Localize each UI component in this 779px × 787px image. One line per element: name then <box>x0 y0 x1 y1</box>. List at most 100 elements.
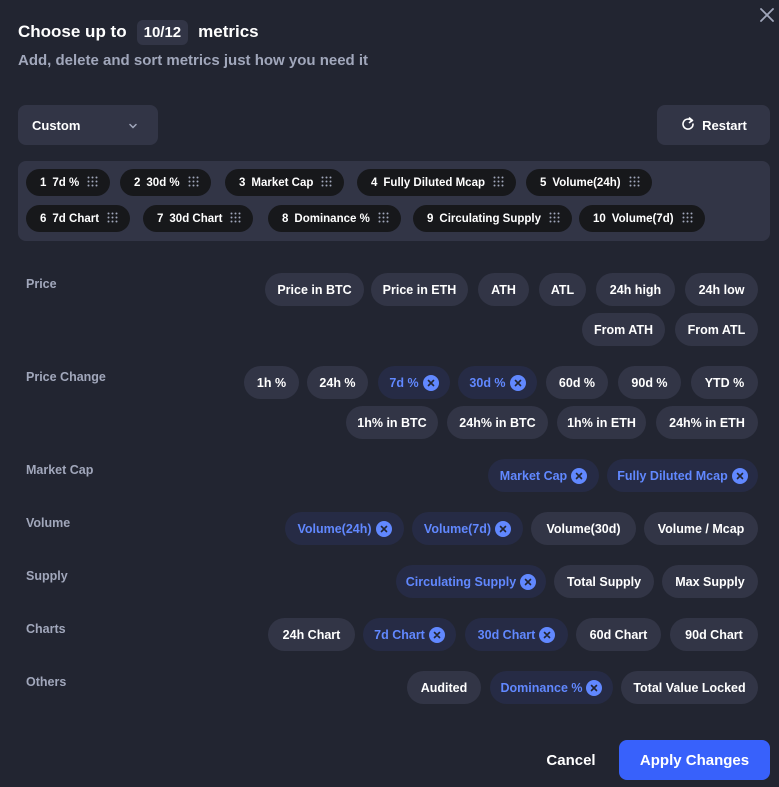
metric-order-number: 7 <box>157 212 164 225</box>
selected-metric-chip[interactable]: 5 Volume(24h) <box>526 169 652 196</box>
selected-metric-chip[interactable]: 7 30d Chart <box>143 205 254 232</box>
selected-metric-chip[interactable]: 9 Circulating Supply <box>413 205 572 232</box>
metric-option[interactable]: ATH <box>478 273 529 306</box>
metric-option-label: Volume(30d) <box>546 521 621 536</box>
metric-option-label: Audited <box>420 680 468 695</box>
drag-handle-icon[interactable] <box>107 212 118 226</box>
remove-icon[interactable] <box>422 374 439 391</box>
metric-option-selected[interactable]: Dominance % <box>490 671 613 704</box>
metric-option[interactable]: From ATL <box>675 313 758 346</box>
remove-icon[interactable] <box>375 520 392 537</box>
metric-option[interactable]: 90d Chart <box>670 618 758 651</box>
remove-icon[interactable] <box>495 520 512 537</box>
metric-option[interactable]: Max Supply <box>662 565 758 598</box>
drag-handle-icon[interactable] <box>682 212 693 226</box>
metric-label: Circulating Supply <box>439 212 541 225</box>
dialog-title: Choose up to 10/12 metrics <box>18 19 259 45</box>
selected-metric-chip[interactable]: 6 7d Chart <box>26 205 131 232</box>
metric-option-label: Dominance % <box>500 680 583 695</box>
metric-option[interactable]: From ATH <box>582 313 665 346</box>
metric-option[interactable]: 1h % <box>244 366 299 399</box>
metric-option[interactable]: 1h% in ETH <box>557 406 646 439</box>
metric-order-number: 4 <box>371 176 378 189</box>
metric-option[interactable]: ATL <box>539 273 586 306</box>
remove-icon[interactable] <box>428 626 445 643</box>
remove-icon[interactable] <box>571 467 588 484</box>
metric-option[interactable]: Price in BTC <box>265 273 364 306</box>
metric-option[interactable]: 90d % <box>618 366 681 399</box>
metric-label: Fully Diluted Mcap <box>383 176 485 189</box>
metric-option[interactable]: Total Supply <box>554 565 654 598</box>
selected-metric-chip[interactable]: 3 Market Cap <box>225 169 345 196</box>
metric-option[interactable]: Audited <box>407 671 481 704</box>
restart-button[interactable]: Restart <box>657 105 770 145</box>
metric-option-selected[interactable]: Fully Diluted Mcap <box>607 459 758 492</box>
apply-changes-button[interactable]: Apply Changes <box>619 740 770 780</box>
remove-icon[interactable] <box>539 626 556 643</box>
metric-option-label: From ATL <box>687 322 746 337</box>
metric-option[interactable]: 24h Chart <box>268 618 355 651</box>
drag-handle-icon[interactable] <box>230 212 241 226</box>
metric-option-label: Volume(7d) <box>423 521 492 536</box>
category-label: Price <box>26 277 57 291</box>
title-prefix: Choose up to <box>18 22 127 41</box>
metric-option[interactable]: 1h% in BTC <box>346 406 438 439</box>
metric-option[interactable]: Total Value Locked <box>621 671 758 704</box>
metric-option-label: 7d Chart <box>374 627 425 642</box>
cancel-button[interactable]: Cancel <box>538 740 604 780</box>
metric-order-number: 2 <box>134 176 141 189</box>
metric-option-label: Total Supply <box>566 574 642 589</box>
refresh-icon <box>680 116 696 135</box>
metric-option-label: 7d % <box>389 375 419 390</box>
metric-option-selected[interactable]: Volume(7d) <box>412 512 523 545</box>
metric-option-selected[interactable]: 30d Chart <box>465 618 568 651</box>
metric-option[interactable]: Volume(30d) <box>531 512 636 545</box>
selected-metric-chip[interactable]: 4 Fully Diluted Mcap <box>357 169 516 196</box>
metric-option-selected[interactable]: 7d Chart <box>363 618 456 651</box>
metric-option-label: 90d Chart <box>685 627 743 642</box>
metric-option[interactable]: 24h% in BTC <box>447 406 548 439</box>
drag-handle-icon[interactable] <box>87 176 98 190</box>
metric-order-number: 9 <box>427 212 434 225</box>
metric-option[interactable]: 24h low <box>685 273 758 306</box>
selected-metric-chip[interactable]: 8 Dominance % <box>268 205 401 232</box>
metric-order-number: 8 <box>282 212 289 225</box>
drag-handle-icon[interactable] <box>321 176 332 190</box>
metric-option[interactable]: 60d Chart <box>576 618 661 651</box>
metric-option-label: 60d Chart <box>589 627 648 642</box>
metric-option-label: Price in BTC <box>277 282 352 297</box>
metric-option-selected[interactable]: Circulating Supply <box>396 565 546 598</box>
metric-option-selected[interactable]: 7d % <box>378 366 450 399</box>
metric-option[interactable]: 24h% in ETH <box>656 406 758 439</box>
metric-option-selected[interactable]: Volume(24h) <box>285 512 404 545</box>
metric-option[interactable]: Price in ETH <box>371 273 468 306</box>
remove-icon[interactable] <box>520 573 537 590</box>
metric-option-selected[interactable]: Market Cap <box>488 459 599 492</box>
selected-metric-chip[interactable]: 2 30d % <box>120 169 211 196</box>
metric-option-selected[interactable]: 30d % <box>458 366 537 399</box>
remove-icon[interactable] <box>586 679 603 696</box>
metric-option-label: YTD % <box>704 375 745 390</box>
remove-icon[interactable] <box>731 467 748 484</box>
selected-metric-chip[interactable]: 1 7d % <box>26 169 111 196</box>
metric-option-label: 30d Chart <box>477 627 536 642</box>
metric-option[interactable]: 60d % <box>546 366 608 399</box>
metric-option[interactable]: Volume / Mcap <box>644 512 758 545</box>
drag-handle-icon[interactable] <box>188 176 199 190</box>
metric-option[interactable]: 24h % <box>307 366 368 399</box>
metric-option-label: Circulating Supply <box>405 574 517 589</box>
metric-option[interactable]: 24h high <box>596 273 675 306</box>
metric-option-label: 90d % <box>631 375 668 390</box>
remove-icon[interactable] <box>509 374 526 391</box>
metrics-count-badge: 10/12 <box>136 19 189 45</box>
metric-order-number: 3 <box>239 176 246 189</box>
drag-handle-icon[interactable] <box>493 176 504 190</box>
drag-handle-icon[interactable] <box>378 212 389 226</box>
drag-handle-icon[interactable] <box>629 176 640 190</box>
close-icon[interactable] <box>760 8 774 28</box>
metric-option[interactable]: YTD % <box>691 366 758 399</box>
preset-dropdown[interactable]: Custom <box>18 105 158 145</box>
selected-metric-chip[interactable]: 10 Volume(7d) <box>579 205 705 232</box>
category-label: Supply <box>26 569 68 583</box>
drag-handle-icon[interactable] <box>549 212 560 226</box>
